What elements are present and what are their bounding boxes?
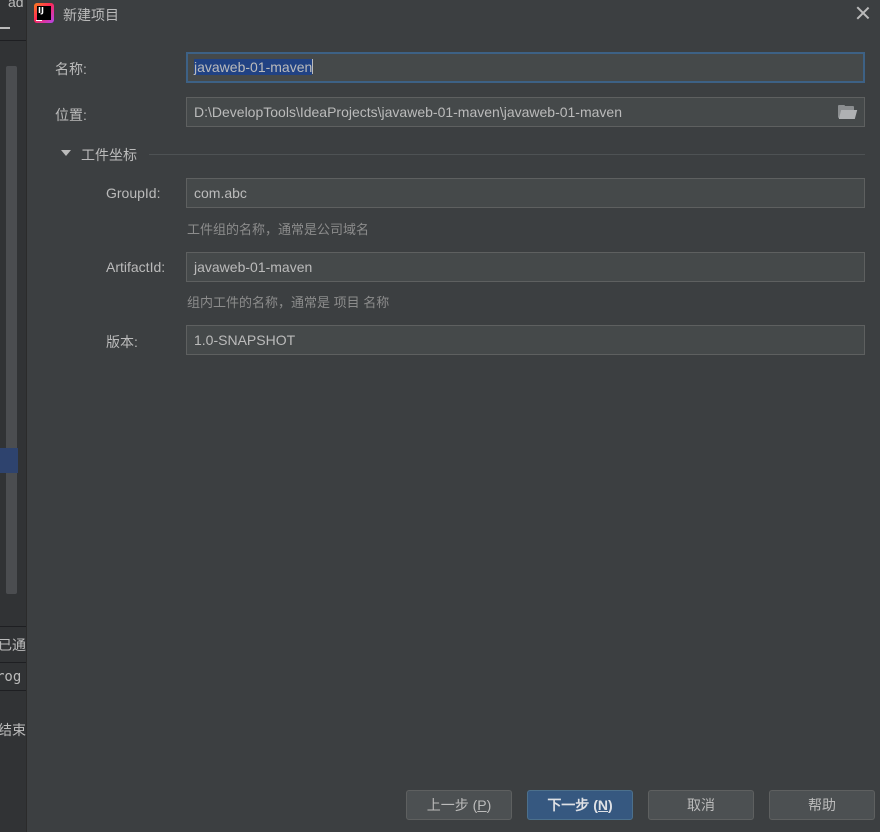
new-project-dialog: IJ 新建项目 名称: javaweb-01-maven 位置: D:\Deve… — [26, 0, 880, 832]
artifactid-input[interactable]: javaweb-01-maven — [186, 252, 865, 282]
background-text-console: rog — [0, 669, 22, 685]
artifactid-input-value: javaweb-01-maven — [194, 259, 313, 275]
artifactid-hint: 组内工件的名称，通常是 项目 名称 — [187, 295, 390, 310]
help-button[interactable]: 帮助 — [769, 790, 875, 820]
background-text-end: 结束 — [0, 722, 26, 738]
cancel-button[interactable]: 取消 — [648, 790, 754, 820]
groupid-label: GroupId: — [106, 185, 161, 201]
location-input[interactable]: D:\DevelopTools\IdeaProjects\javaweb-01-… — [186, 97, 865, 127]
background-ide-window: ad 已通过 rog 结束 — [0, 0, 26, 832]
groupid-input[interactable]: com.abc — [186, 178, 865, 208]
close-icon[interactable] — [853, 3, 873, 23]
location-input-value: D:\DevelopTools\IdeaProjects\javaweb-01-… — [194, 104, 622, 120]
logo-text: IJ — [38, 6, 44, 15]
artifactid-label: ArtifactId: — [106, 259, 166, 275]
groupid-input-value: com.abc — [194, 185, 247, 201]
section-divider — [149, 154, 865, 155]
version-input[interactable]: 1.0-SNAPSHOT — [186, 325, 865, 355]
name-input-value: javaweb-01-maven — [194, 59, 313, 75]
collapse-triangle-icon[interactable] — [61, 150, 71, 156]
name-label: 名称: — [55, 61, 87, 77]
section-title: 工件坐标 — [81, 147, 137, 163]
background-divider — [0, 690, 26, 691]
intellij-logo-icon: IJ — [34, 3, 54, 23]
background-divider — [0, 662, 26, 663]
background-divider — [0, 40, 26, 41]
folder-icon[interactable] — [838, 105, 858, 119]
background-divider — [0, 626, 26, 627]
background-text-top: ad — [8, 0, 24, 10]
next-button[interactable]: 下一步 (N) — [527, 790, 633, 820]
text-caret — [312, 59, 314, 74]
location-label: 位置: — [55, 107, 87, 123]
version-label: 版本: — [106, 334, 138, 350]
background-scrollbar — [6, 66, 17, 594]
version-input-value: 1.0-SNAPSHOT — [194, 332, 296, 348]
dialog-title-bar: IJ 新建项目 — [27, 0, 880, 28]
previous-button[interactable]: 上一步 (P) — [406, 790, 512, 820]
groupid-hint: 工件组的名称，通常是公司域名 — [187, 222, 370, 237]
name-input[interactable]: javaweb-01-maven — [186, 52, 865, 83]
background-text-status: 已通过 — [0, 637, 26, 653]
background-minimize-icon — [0, 27, 10, 29]
dialog-title: 新建项目 — [63, 7, 119, 23]
background-selected-row — [0, 448, 18, 473]
